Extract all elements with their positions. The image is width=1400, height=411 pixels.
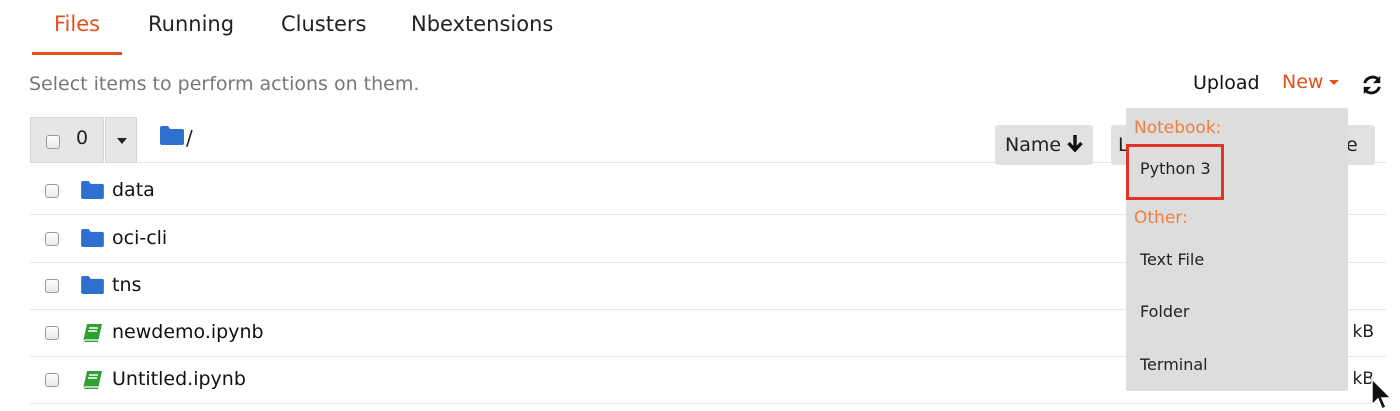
file-name-link[interactable]: newdemo.ipynb bbox=[112, 321, 264, 343]
selection-hint: Select items to perform actions on them. bbox=[29, 73, 420, 95]
refresh-icon[interactable] bbox=[1361, 74, 1383, 96]
row-checkbox[interactable] bbox=[45, 326, 59, 340]
row-checkbox[interactable] bbox=[45, 184, 59, 198]
folder-icon bbox=[81, 181, 104, 203]
selected-count: 0 bbox=[76, 127, 89, 149]
new-button[interactable]: New bbox=[1282, 71, 1340, 93]
menu-header-notebook: Notebook: bbox=[1134, 118, 1222, 138]
file-name-link[interactable]: Untitled.ipynb bbox=[112, 368, 246, 390]
menu-item-text-file[interactable]: Text File bbox=[1140, 250, 1204, 269]
highlight-box bbox=[1126, 144, 1224, 200]
sort-by-name-button[interactable]: Name bbox=[995, 125, 1094, 165]
row-checkbox[interactable] bbox=[45, 279, 59, 293]
row-checkbox[interactable] bbox=[45, 373, 59, 387]
active-tab-indicator bbox=[32, 52, 122, 55]
upload-button[interactable]: Upload bbox=[1193, 72, 1260, 94]
tab-files[interactable]: Files bbox=[54, 12, 100, 36]
caret-down-icon bbox=[1329, 80, 1340, 85]
file-name-link[interactable]: data bbox=[112, 179, 155, 201]
file-size: kB bbox=[1352, 322, 1374, 342]
caret-down-icon bbox=[117, 138, 127, 144]
file-name-link[interactable]: tns bbox=[112, 274, 141, 296]
mouse-cursor-icon bbox=[1370, 377, 1394, 411]
folder-icon bbox=[81, 276, 104, 298]
menu-item-terminal[interactable]: Terminal bbox=[1140, 355, 1208, 374]
select-all-checkbox[interactable] bbox=[46, 135, 60, 149]
row-checkbox[interactable] bbox=[45, 232, 59, 246]
sort-name-label: Name bbox=[1005, 134, 1062, 156]
folder-icon bbox=[81, 229, 104, 251]
tab-nbextensions[interactable]: Nbextensions bbox=[411, 12, 553, 36]
new-button-label: New bbox=[1282, 71, 1324, 93]
menu-header-other: Other: bbox=[1134, 208, 1188, 228]
folder-icon[interactable] bbox=[160, 126, 184, 150]
breadcrumb: / bbox=[160, 126, 193, 150]
breadcrumb-root[interactable]: / bbox=[186, 126, 193, 150]
selection-dropdown-button[interactable] bbox=[105, 117, 137, 163]
file-name-link[interactable]: oci-cli bbox=[112, 227, 167, 249]
notebook-icon bbox=[81, 323, 103, 347]
tab-running[interactable]: Running bbox=[148, 12, 234, 36]
menu-item-folder[interactable]: Folder bbox=[1140, 302, 1189, 321]
nav-tabs: Files Running Clusters Nbextensions bbox=[30, 0, 1390, 56]
arrow-down-icon bbox=[1067, 134, 1083, 157]
select-all-box: 0 bbox=[30, 117, 104, 163]
notebook-icon bbox=[81, 370, 103, 394]
tab-clusters[interactable]: Clusters bbox=[281, 12, 366, 36]
